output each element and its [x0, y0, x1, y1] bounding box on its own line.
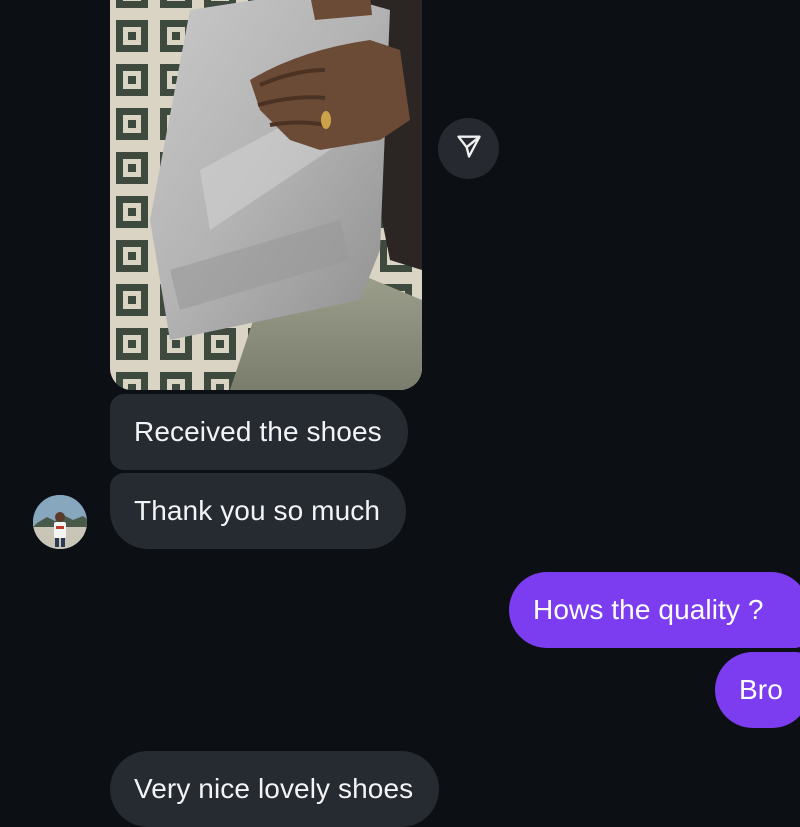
contact-avatar[interactable]: [33, 495, 87, 549]
message-bubble-incoming[interactable]: Received the shoes: [110, 394, 408, 470]
message-bubble-outgoing[interactable]: Bro: [715, 652, 800, 728]
shared-photo[interactable]: [110, 0, 422, 390]
message-bubble-incoming[interactable]: Very nice lovely shoes: [110, 751, 440, 827]
shared-photo-image: [110, 0, 422, 390]
send-paper-plane-icon: [455, 132, 483, 165]
message-bubble-outgoing[interactable]: Hows the quality ?: [509, 572, 800, 648]
message-text: Thank you so much: [134, 495, 381, 526]
message-text: Very nice lovely shoes: [134, 773, 414, 804]
message-text: Bro: [739, 674, 783, 705]
message-text: Hows the quality ?: [533, 594, 764, 625]
message-bubble-incoming[interactable]: Thank you so much: [110, 473, 407, 549]
message-text: Received the shoes: [134, 416, 382, 447]
share-button[interactable]: [438, 118, 499, 179]
avatar-image: [33, 495, 87, 549]
